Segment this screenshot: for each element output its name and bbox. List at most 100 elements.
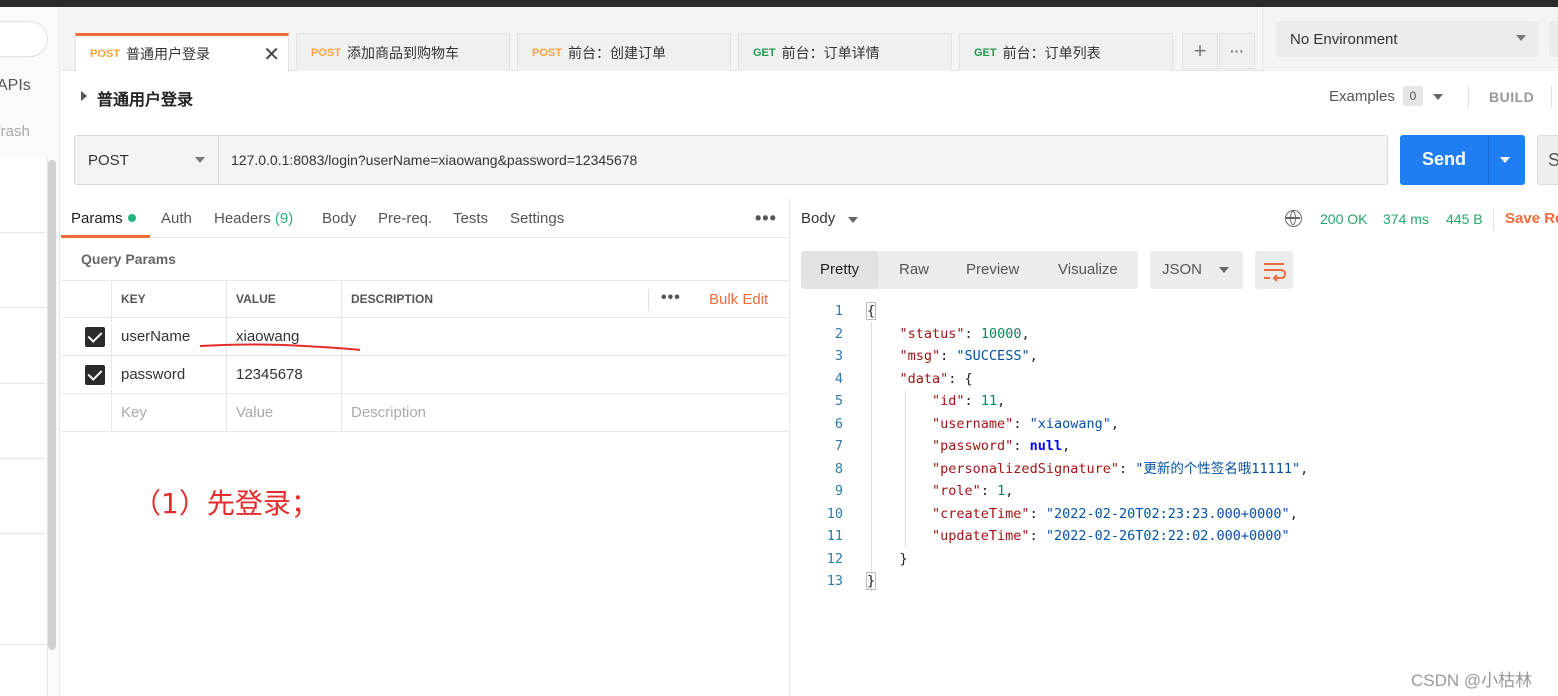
json-value-role: 1 — [997, 483, 1006, 499]
code-line: 6 "username": "xiaowang", — [801, 413, 1541, 436]
format-label: JSON — [1162, 261, 1203, 278]
save-response-button[interactable]: Save Re — [1505, 210, 1558, 227]
tab-request-1[interactable]: POST 普通用户登录 ✕ — [75, 33, 289, 72]
tab-tests[interactable]: Tests — [453, 210, 488, 227]
query-params-table: KEY VALUE DESCRIPTION ••• Bulk Edit user… — [61, 280, 789, 432]
divider — [0, 533, 46, 534]
param-key-placeholder[interactable]: Key — [111, 394, 226, 431]
sidebar-search-input[interactable] — [0, 21, 48, 57]
tab-request-2[interactable]: POST 添加商品到购物车 — [296, 33, 510, 71]
param-checkbox[interactable] — [85, 327, 105, 347]
tab-request-5[interactable]: GET 前台：订单列表 — [959, 33, 1173, 71]
add-tab-button[interactable]: + — [1182, 33, 1218, 69]
response-body-select[interactable]: Body — [801, 210, 835, 227]
code-text: } — [867, 550, 908, 567]
environment-quick-look-button[interactable] — [1549, 21, 1558, 57]
tab-headers-label: Headers — [214, 210, 271, 227]
tab-request-3[interactable]: POST 前台：创建订单 — [517, 33, 731, 71]
build-button[interactable]: BUILD — [1489, 89, 1534, 105]
tab-prereq[interactable]: Pre-req. — [378, 210, 432, 227]
panel-divider[interactable] — [789, 198, 790, 696]
save-button[interactable]: S — [1537, 135, 1558, 185]
send-button[interactable]: Send — [1400, 135, 1525, 185]
active-tab-indicator — [61, 235, 150, 238]
tab-visualize[interactable]: Visualize — [1058, 251, 1118, 289]
tab-settings[interactable]: Settings — [510, 210, 564, 227]
method-badge: GET — [753, 46, 776, 59]
line-number: 9 — [834, 483, 843, 499]
param-checkbox[interactable] — [85, 365, 105, 385]
tab-label: 前台：订单详情 — [781, 44, 880, 61]
caret-right-icon[interactable] — [81, 91, 87, 101]
json-value-password: null — [1029, 438, 1063, 454]
sidebar-item-apis[interactable]: APIs — [0, 77, 31, 95]
sidebar-scrollbar[interactable] — [48, 160, 56, 650]
response-status[interactable]: 200 OK — [1320, 211, 1367, 227]
sidebar-item-trash[interactable]: Trash — [0, 123, 30, 140]
code-text: "createTime": "2022-02-20T02:23:23.000+0… — [932, 505, 1298, 522]
line-number: 2 — [834, 325, 843, 342]
param-description[interactable] — [341, 356, 789, 393]
tab-raw[interactable]: Raw — [899, 251, 929, 289]
environment-select[interactable]: No Environment — [1276, 21, 1538, 57]
url-input[interactable]: 127.0.0.1:8083/login?userName=xiaowang&p… — [231, 136, 1371, 184]
globe-icon[interactable] — [1285, 210, 1302, 227]
close-icon[interactable]: ✕ — [263, 42, 280, 67]
param-value[interactable]: 12345678 — [226, 356, 341, 393]
wrap-lines-button[interactable] — [1255, 251, 1293, 289]
code-text: "role": 1, — [932, 483, 1014, 499]
line-number: 7 — [834, 438, 843, 454]
table-row: userName xiaowang — [61, 318, 789, 356]
tab-auth[interactable]: Auth — [161, 210, 192, 227]
request-tabs: Params Auth Headers (9) Body Pre-req. Te… — [61, 198, 789, 238]
param-description-placeholder[interactable]: Description — [341, 394, 789, 431]
code-text: "username": "xiaowang", — [932, 415, 1119, 432]
method-badge: POST — [532, 46, 562, 59]
tab-body[interactable]: Body — [322, 210, 356, 227]
code-line: 12 } — [801, 548, 1541, 571]
line-number: 3 — [834, 348, 843, 364]
code-text: "msg": "SUCCESS", — [899, 348, 1038, 364]
tab-preview[interactable]: Preview — [966, 251, 1019, 289]
code-line: 1{ — [801, 300, 1541, 323]
url-bar: POST 127.0.0.1:8083/login?userName=xiaow… — [74, 135, 1388, 185]
response-size[interactable]: 445 B — [1446, 211, 1483, 227]
bulk-edit-button[interactable]: Bulk Edit — [709, 291, 768, 308]
code-text: { — [865, 302, 877, 320]
method-label: POST — [88, 151, 129, 169]
response-code-viewer[interactable]: 1{ 2 "status": 10000, 3 "msg": "SUCCESS"… — [801, 300, 1541, 593]
tab-pretty[interactable]: Pretty — [801, 251, 879, 289]
divider — [0, 232, 46, 233]
response-view-tabs: Pretty Raw Preview Visualize — [801, 251, 1138, 289]
json-value-status: 10000 — [980, 325, 1022, 342]
format-select[interactable]: JSON — [1150, 251, 1243, 289]
method-select[interactable]: POST — [75, 136, 219, 184]
more-tabs-button[interactable]: ··· — [1219, 33, 1255, 69]
tab-request-4[interactable]: GET 前台：订单详情 — [738, 33, 952, 71]
tab-params[interactable]: Params — [71, 210, 136, 227]
examples-button[interactable]: Examples — [1329, 88, 1395, 105]
more-options-icon[interactable]: ••• — [661, 289, 681, 307]
more-options-icon[interactable]: ••• — [755, 208, 777, 229]
divider — [0, 458, 46, 459]
code-line: 3 "msg": "SUCCESS", — [801, 345, 1541, 368]
chevron-down-icon[interactable] — [848, 217, 858, 223]
param-key[interactable]: password — [111, 356, 226, 393]
chevron-down-icon[interactable] — [1433, 94, 1443, 100]
param-description[interactable] — [341, 318, 789, 355]
tab-label: 普通用户登录 — [125, 46, 210, 62]
code-line: 11 "updateTime": "2022-02-26T02:22:02.00… — [801, 525, 1541, 548]
response-time[interactable]: 374 ms — [1383, 211, 1429, 227]
tab-headers[interactable]: Headers (9) — [214, 210, 293, 227]
request-tab-strip: POST 普通用户登录 ✕ POST 添加商品到购物车 POST 前台：创建订单… — [61, 7, 1261, 72]
request-name[interactable]: 普通用户登录 — [97, 86, 193, 110]
json-value-signature: "更新的个性签名哦11111" — [1135, 460, 1301, 477]
chevron-down-icon[interactable] — [1500, 157, 1510, 163]
method-badge: POST — [311, 46, 341, 59]
column-header-value: VALUE — [226, 281, 341, 317]
line-number: 10 — [826, 505, 843, 522]
table-row-empty: Key Value Description — [61, 394, 789, 432]
wrap-icon — [1264, 263, 1287, 282]
param-value-placeholder[interactable]: Value — [226, 394, 341, 431]
code-line: 2 "status": 10000, — [801, 323, 1541, 346]
